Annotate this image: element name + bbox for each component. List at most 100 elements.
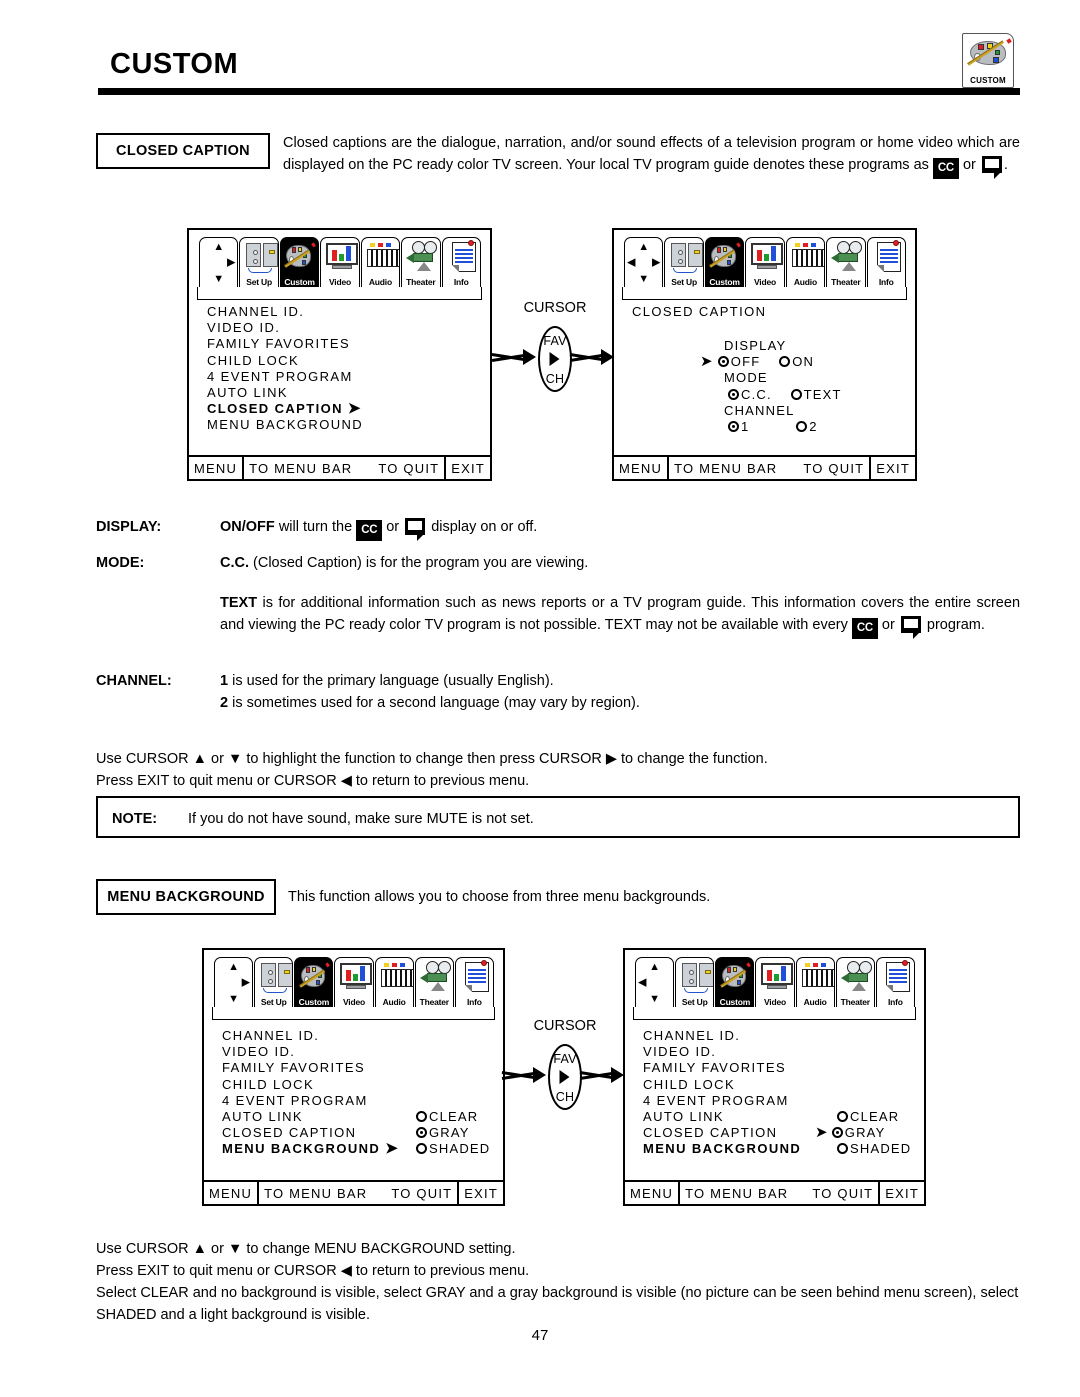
- option-gray[interactable]: ➤ GRAY: [815, 1125, 911, 1141]
- osd-tab-audio[interactable]: Audio: [785, 237, 826, 287]
- radio-display-on[interactable]: [779, 356, 791, 368]
- osd-footer-exit[interactable]: EXIT: [871, 457, 915, 479]
- background-options-3[interactable]: CLEAR GRAY SHADED: [416, 1109, 490, 1158]
- osd-list-item[interactable]: VIDEO ID.: [643, 1044, 801, 1060]
- osd-tab-theater[interactable]: Theater: [835, 957, 875, 1007]
- osd-tab-info[interactable]: Info: [875, 957, 915, 1007]
- osd-menu-bar-2[interactable]: ▲ ▶ ▼ ◀ Set Up Custom Video Audio Theate…: [624, 235, 907, 287]
- osd-footer-menu[interactable]: MENU: [204, 1182, 260, 1204]
- osd-tab-custom[interactable]: Custom: [704, 237, 745, 287]
- fav-ch-button[interactable]: FAV CH: [538, 326, 572, 392]
- osd-tab-label: Audio: [793, 277, 817, 287]
- osd-list-item[interactable]: CLOSED CAPTION: [222, 1125, 399, 1141]
- radio-channel-2[interactable]: [796, 420, 808, 432]
- osd-tab-cursor-pad[interactable]: ▲ ▶ ▼: [199, 237, 239, 287]
- osd-footer-1: MENU TO MENU BAR TO QUIT EXIT: [189, 455, 490, 479]
- osd-tab-cursor-pad[interactable]: ▲ ▶ ▼: [214, 957, 254, 1007]
- display-options-row[interactable]: ➤ OFF ON: [700, 354, 842, 370]
- osd-list-item[interactable]: CLOSED CAPTION: [643, 1125, 801, 1141]
- osd-tab-video[interactable]: Video: [334, 957, 374, 1007]
- osd-footer-exit[interactable]: EXIT: [446, 457, 490, 479]
- radio-clear[interactable]: [837, 1111, 848, 1122]
- option-shaded[interactable]: SHADED: [416, 1141, 490, 1157]
- radio-clear[interactable]: [416, 1111, 427, 1122]
- osd-menu-bar-4[interactable]: ▲ ▼ ◀ Set Up Custom Video Audio Theater …: [635, 955, 916, 1007]
- osd-list-item[interactable]: MENU BACKGROUND: [207, 417, 363, 433]
- osd-list-item[interactable]: 4 EVENT PROGRAM: [222, 1093, 399, 1109]
- radio-shaded[interactable]: [416, 1143, 427, 1155]
- osd-screen-menu-background-highlight[interactable]: ▲ ▶ ▼ Set Up Custom Video Audio Theater …: [202, 948, 505, 1206]
- fav-ch-button[interactable]: FAV CH: [548, 1044, 582, 1110]
- osd-tab-theater[interactable]: Theater: [826, 237, 866, 287]
- option-gray[interactable]: GRAY: [416, 1125, 490, 1141]
- osd-tab-setup[interactable]: Set Up: [239, 237, 279, 287]
- osd-item-list-4[interactable]: CHANNEL ID. VIDEO ID. FAMILY FAVORITES C…: [643, 1028, 801, 1158]
- option-shaded[interactable]: SHADED: [837, 1141, 911, 1157]
- osd-item-list-1[interactable]: CHANNEL ID. VIDEO ID. FAMILY FAVORITES C…: [207, 304, 363, 434]
- osd-footer-menu[interactable]: MENU: [625, 1182, 681, 1204]
- osd-footer-menu[interactable]: MENU: [189, 457, 245, 479]
- osd-item-list-3[interactable]: CHANNEL ID. VIDEO ID. FAMILY FAVORITES C…: [222, 1028, 399, 1158]
- osd-list-item-selected[interactable]: MENU BACKGROUND ➤: [222, 1141, 399, 1157]
- osd-list-item[interactable]: 4 EVENT PROGRAM: [207, 369, 363, 385]
- osd-list-item[interactable]: AUTO LINK: [643, 1109, 801, 1125]
- osd-tab-theater[interactable]: Theater: [401, 237, 441, 287]
- osd-list-item[interactable]: FAMILY FAVORITES: [222, 1060, 399, 1076]
- osd-tab-cursor-pad[interactable]: ▲ ▶ ▼ ◀: [624, 237, 664, 287]
- option-clear[interactable]: CLEAR: [837, 1109, 911, 1125]
- osd-tab-cursor-pad[interactable]: ▲ ▼ ◀: [635, 957, 675, 1007]
- osd-tab-setup[interactable]: Set Up: [664, 237, 704, 287]
- osd-tab-info[interactable]: Info: [454, 957, 494, 1007]
- radio-display-off[interactable]: [717, 356, 729, 368]
- osd-tab-theater[interactable]: Theater: [414, 957, 454, 1007]
- osd-tab-custom[interactable]: Custom: [294, 957, 334, 1007]
- osd-list-item-selected[interactable]: CLOSED CAPTION ➤: [207, 401, 363, 417]
- osd-list-item-selected[interactable]: MENU BACKGROUND: [643, 1141, 801, 1157]
- osd-list-item[interactable]: VIDEO ID.: [207, 320, 363, 336]
- osd-menu-bar-3[interactable]: ▲ ▶ ▼ Set Up Custom Video Audio Theater …: [214, 955, 495, 1007]
- osd-tab-audio[interactable]: Audio: [360, 237, 401, 287]
- mode-options-row[interactable]: C.C. TEXT: [724, 387, 842, 403]
- osd-screen-menu-background-options[interactable]: ▲ ▼ ◀ Set Up Custom Video Audio Theater …: [623, 948, 926, 1206]
- radio-mode-cc[interactable]: [728, 388, 739, 400]
- radio-shaded[interactable]: [837, 1143, 848, 1155]
- radio-mode-text[interactable]: [790, 388, 802, 400]
- osd-footer-menu[interactable]: MENU: [614, 457, 670, 479]
- osd-list-item[interactable]: AUTO LINK: [207, 385, 363, 401]
- osd-menu-bar-1[interactable]: ▲ ▶ ▼ Set Up Custom Video Audio Theater …: [199, 235, 482, 287]
- background-options-4[interactable]: CLEAR ➤ GRAY SHADED: [815, 1109, 911, 1158]
- osd-list-item[interactable]: VIDEO ID.: [222, 1044, 399, 1060]
- osd-tab-audio[interactable]: Audio: [374, 957, 414, 1007]
- osd-list-item[interactable]: CHILD LOCK: [222, 1077, 399, 1093]
- osd-screen-closed-caption[interactable]: ▲ ▶ ▼ ◀ Set Up Custom Video Audio Theate…: [612, 228, 917, 481]
- option-clear[interactable]: CLEAR: [416, 1109, 490, 1125]
- osd-list-item[interactable]: CHANNEL ID.: [222, 1028, 399, 1044]
- osd-list-item[interactable]: CHANNEL ID.: [643, 1028, 801, 1044]
- cc-settings-group[interactable]: DISPLAY ➤ OFF ON MODE C.C. TEXT CHANNEL 1…: [700, 338, 842, 435]
- osd-list-item[interactable]: 4 EVENT PROGRAM: [643, 1093, 801, 1109]
- osd-tab-video[interactable]: Video: [755, 957, 795, 1007]
- radio-gray[interactable]: [831, 1127, 843, 1139]
- arrow-down-icon: ▼: [213, 273, 225, 285]
- osd-footer-exit[interactable]: EXIT: [459, 1182, 503, 1204]
- osd-list-item[interactable]: CHILD LOCK: [643, 1077, 801, 1093]
- osd-footer-exit[interactable]: EXIT: [880, 1182, 924, 1204]
- osd-screen-custom-menu[interactable]: ▲ ▶ ▼ Set Up Custom Video Audio Theater …: [187, 228, 492, 481]
- osd-tab-setup[interactable]: Set Up: [254, 957, 294, 1007]
- osd-tab-setup[interactable]: Set Up: [675, 957, 715, 1007]
- radio-gray[interactable]: [416, 1127, 427, 1139]
- osd-tab-info[interactable]: Info: [866, 237, 906, 287]
- osd-tab-custom[interactable]: Custom: [279, 237, 320, 287]
- osd-list-item[interactable]: FAMILY FAVORITES: [643, 1060, 801, 1076]
- osd-list-item[interactable]: CHANNEL ID.: [207, 304, 363, 320]
- osd-tab-video[interactable]: Video: [320, 237, 360, 287]
- osd-tab-info[interactable]: Info: [441, 237, 481, 287]
- osd-list-item[interactable]: AUTO LINK: [222, 1109, 399, 1125]
- channel-options-row[interactable]: 1 2: [724, 419, 842, 435]
- osd-list-item[interactable]: FAMILY FAVORITES: [207, 336, 363, 352]
- osd-list-item[interactable]: CHILD LOCK: [207, 353, 363, 369]
- osd-tab-video[interactable]: Video: [745, 237, 785, 287]
- osd-tab-audio[interactable]: Audio: [795, 957, 835, 1007]
- osd-tab-custom[interactable]: Custom: [715, 957, 755, 1007]
- radio-channel-1[interactable]: [728, 420, 739, 432]
